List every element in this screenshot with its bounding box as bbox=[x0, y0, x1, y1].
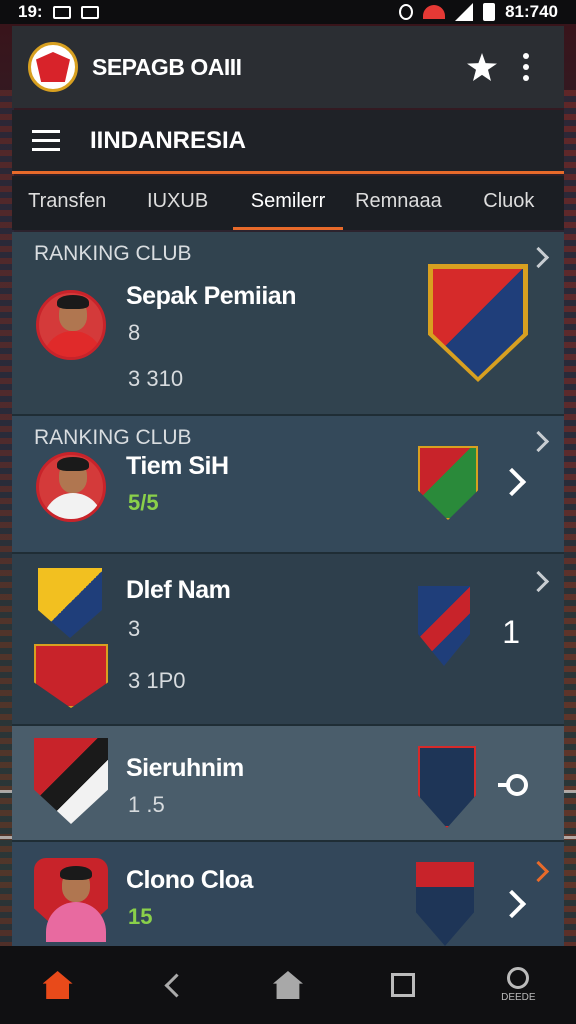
player-stat: 15 bbox=[128, 904, 153, 929]
list-item[interactable]: RANKING CLUB Tiem SiH 5/5 bbox=[12, 416, 564, 554]
app-logo bbox=[28, 42, 78, 92]
club-crest bbox=[418, 746, 476, 828]
player-stat: 1 .5 bbox=[128, 792, 165, 817]
chevron-right-icon[interactable] bbox=[527, 860, 550, 883]
stadium-background-right bbox=[564, 90, 576, 990]
player-name: Dlef Nam bbox=[126, 576, 231, 604]
list-item[interactable]: Dlef Nam 3 3 1P0 1 bbox=[12, 554, 564, 726]
favorite-button[interactable] bbox=[460, 45, 504, 89]
menu-icon[interactable] bbox=[32, 130, 60, 151]
player-score: 3 310 bbox=[128, 366, 184, 391]
battery-icon bbox=[483, 3, 496, 21]
club-crest bbox=[428, 264, 528, 382]
chevron-right-icon[interactable] bbox=[527, 430, 550, 453]
club-crest bbox=[34, 644, 108, 708]
chevron-right-icon[interactable] bbox=[497, 889, 527, 919]
list-item[interactable]: RANKING CLUB Sepak Pemiian 8 3 310 bbox=[12, 232, 564, 416]
notification-icon bbox=[80, 5, 99, 19]
search-icon[interactable] bbox=[506, 774, 528, 796]
tab-cluok[interactable]: Cluok bbox=[454, 176, 564, 230]
section-label: RANKING CLUB bbox=[34, 426, 192, 449]
signal-icon bbox=[455, 3, 474, 21]
player-score: 3 1P0 bbox=[128, 668, 186, 693]
search-icon-tail bbox=[498, 783, 508, 787]
alarm-icon bbox=[399, 4, 414, 20]
back-icon bbox=[164, 972, 189, 998]
player-name: Tiem SiH bbox=[126, 452, 229, 480]
wifi-icon bbox=[423, 5, 446, 19]
message-icon bbox=[52, 5, 71, 19]
player-stat: 5/5 bbox=[128, 490, 159, 515]
section-label: RANKING CLUB bbox=[34, 242, 192, 265]
home-outline-icon bbox=[272, 971, 303, 999]
chevron-right-icon[interactable] bbox=[527, 246, 550, 269]
player-stat: 8 bbox=[128, 320, 141, 345]
bottom-navigation: DEEDE bbox=[0, 946, 576, 1024]
nav-profile-label: DEEDE bbox=[501, 992, 536, 1003]
player-avatar bbox=[36, 290, 106, 360]
player-name: Sieruhnim bbox=[126, 754, 244, 782]
profile-icon bbox=[507, 967, 530, 989]
chevron-right-icon[interactable] bbox=[527, 570, 550, 593]
tab-remnaaa[interactable]: Remnaaa bbox=[343, 176, 453, 230]
region-title: IINDANRESIA bbox=[90, 126, 247, 154]
more-icon bbox=[523, 53, 529, 81]
square-icon bbox=[391, 973, 416, 997]
rank-number: 1 bbox=[502, 614, 520, 650]
club-crest bbox=[418, 446, 478, 520]
nav-back[interactable] bbox=[143, 955, 203, 1015]
star-icon bbox=[467, 53, 497, 81]
club-crest bbox=[34, 738, 108, 824]
list-item[interactable]: Sieruhnim 1 .5 bbox=[12, 726, 564, 842]
club-crest bbox=[416, 862, 474, 946]
club-crest bbox=[418, 586, 470, 666]
status-bar: 19: 81:740 bbox=[0, 0, 576, 24]
status-time: 19: bbox=[18, 2, 43, 21]
tab-bar: Transfen IUXUB Semilerr Remnaaa Cluok bbox=[12, 176, 564, 230]
tab-iuxub[interactable]: IUXUB bbox=[122, 176, 232, 230]
club-list: RANKING CLUB Sepak Pemiian 8 3 310 RANKI… bbox=[12, 232, 564, 954]
player-stat: 3 bbox=[128, 616, 141, 641]
player-name: Clono Cloa bbox=[126, 866, 253, 894]
status-clock: 81:740 bbox=[505, 2, 558, 21]
player-avatar bbox=[36, 452, 106, 522]
nav-home-outline[interactable] bbox=[258, 955, 318, 1015]
player-name: Sepak Pemiian bbox=[126, 282, 296, 310]
player-avatar bbox=[42, 864, 108, 950]
club-crest bbox=[38, 568, 102, 638]
app-bar: SEPAGB OAIII bbox=[12, 26, 564, 108]
region-bar: IINDANRESIA bbox=[12, 110, 564, 174]
app-title: SEPAGB OAIII bbox=[92, 53, 242, 80]
chevron-right-icon[interactable] bbox=[497, 467, 527, 497]
nav-recents[interactable] bbox=[373, 955, 433, 1015]
nav-home[interactable] bbox=[28, 955, 88, 1015]
home-icon bbox=[42, 971, 73, 999]
tab-semilerr[interactable]: Semilerr bbox=[232, 176, 344, 230]
nav-profile[interactable]: DEEDE bbox=[488, 955, 548, 1015]
tab-transfen[interactable]: Transfen bbox=[12, 176, 122, 230]
more-button[interactable] bbox=[504, 45, 548, 89]
list-item[interactable]: Clono Cloa 15 bbox=[12, 842, 564, 954]
